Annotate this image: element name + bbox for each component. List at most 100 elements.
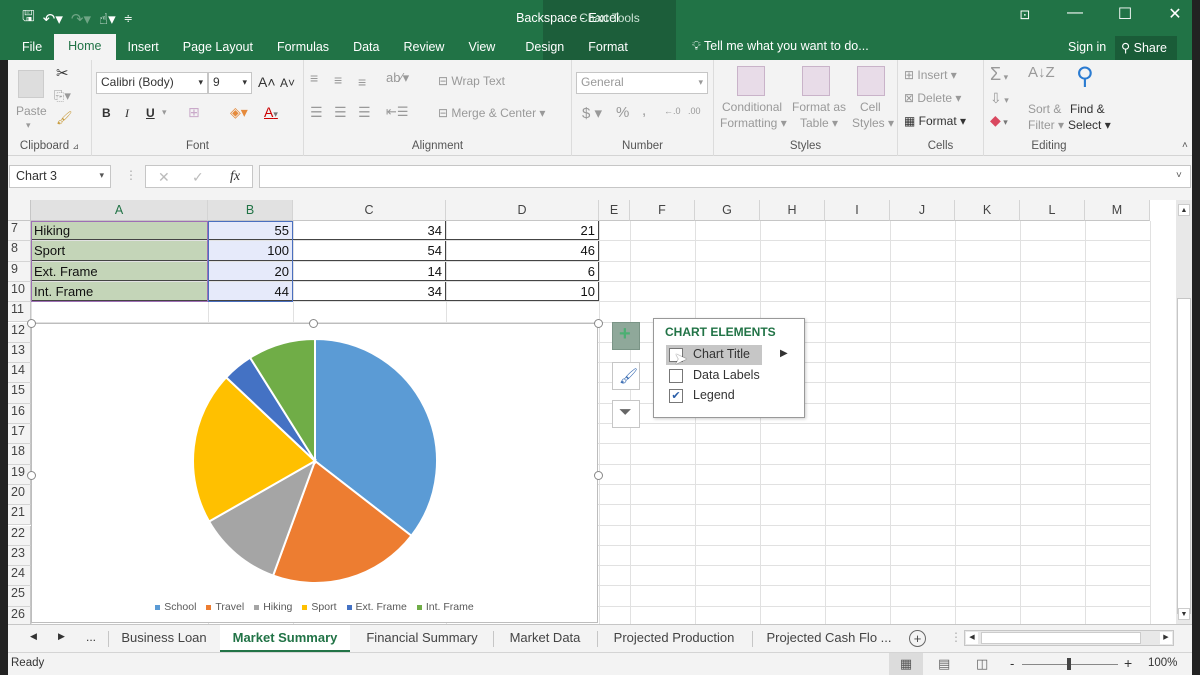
pie-chart[interactable]: School Travel Hiking Sport Ext. Frame Int. Fr… — [31, 323, 598, 623]
row-header-10[interactable]: 10 — [8, 281, 31, 303]
font-size-dropdown[interactable]: 9 ▾ — [208, 72, 252, 94]
prev-sheet-icon[interactable]: ◀ — [30, 631, 37, 642]
cell-c-row[interactable]: 14 — [293, 261, 446, 281]
tab-page-layout[interactable]: Page Layout — [171, 36, 265, 60]
insert-cells-button[interactable]: ⊞ Insert ▾ — [904, 68, 957, 82]
legend-checkbox[interactable]: ✔ — [669, 389, 683, 403]
chart-filters-button[interactable]: ⏷ — [612, 400, 640, 428]
more-sheets-button[interactable]: ... — [86, 630, 96, 644]
percent-button[interactable]: % — [616, 104, 629, 121]
find-select-button[interactable]: ⚲ Find & Select ▾ — [1068, 63, 1112, 136]
font-name-dropdown[interactable]: Calibri (Body) ▾ — [96, 72, 208, 94]
resize-handle-l[interactable] — [27, 471, 36, 480]
zoom-slider[interactable] — [1022, 658, 1118, 670]
sign-in-link[interactable]: Sign in — [1068, 40, 1106, 54]
normal-view-button[interactable]: ▦ — [889, 653, 923, 675]
tab-split-grip[interactable]: ⋮ — [950, 630, 962, 644]
copy-icon[interactable]: ⎘▾ — [54, 88, 71, 104]
format-painter-icon[interactable]: 🖌︎ — [56, 110, 73, 126]
cell-d-row[interactable]: 6 — [446, 261, 599, 281]
vertical-scrollbar[interactable]: ▲ ▼ — [1176, 200, 1192, 624]
data-labels-option[interactable]: Data Labels — [666, 366, 762, 386]
column-header-m[interactable]: M — [1085, 200, 1150, 221]
legend-item[interactable]: Hiking — [254, 601, 292, 613]
tab-data[interactable]: Data — [341, 36, 391, 60]
align-bottom-icon[interactable]: ≡ — [358, 74, 366, 90]
conditional-formatting-button[interactable]: Conditional Formatting ▾ — [718, 66, 787, 138]
page-layout-view-icon[interactable]: ▤ — [938, 656, 950, 672]
column-header-a[interactable]: A — [31, 200, 208, 221]
resize-handle-tl[interactable] — [27, 319, 36, 328]
sheet-tab-market-summary[interactable]: Market Summary — [220, 625, 350, 652]
select-all-corner[interactable] — [8, 200, 31, 221]
sheet-tab-financial-summary[interactable]: Financial Summary — [354, 625, 490, 652]
horizontal-scrollbar[interactable]: ◀ ▶ — [964, 630, 1174, 646]
column-header-c[interactable]: C — [293, 200, 446, 221]
row-header-23[interactable]: 23 — [8, 545, 31, 567]
column-header-k[interactable]: K — [955, 200, 1020, 221]
tab-design[interactable]: Design — [507, 36, 576, 60]
cell-a-row[interactable]: Hiking — [31, 221, 208, 241]
column-header-h[interactable]: H — [760, 200, 825, 221]
row-header-7[interactable]: 7 — [8, 221, 31, 242]
sheet-tab-market-data[interactable]: Market Data — [495, 625, 595, 652]
format-as-table-button[interactable]: Format as Table ▾ — [786, 66, 846, 138]
sheet-tab-projected-production[interactable]: Projected Production — [599, 625, 749, 652]
column-header-f[interactable]: F — [630, 200, 695, 221]
chart-legend[interactable]: School Travel Hiking Sport Ext. Frame Int. Fr… — [32, 601, 597, 613]
row-header-25[interactable]: 25 — [8, 586, 31, 607]
row-header-8[interactable]: 8 — [8, 241, 31, 262]
cell-d-row[interactable]: 10 — [446, 281, 599, 302]
increase-decimal-icon[interactable]: ←.0 — [664, 106, 681, 116]
resize-handle-t[interactable] — [309, 319, 318, 328]
cancel-icon[interactable]: ✕ — [158, 169, 170, 186]
row-header-20[interactable]: 20 — [8, 484, 31, 506]
underline-button[interactable]: U — [146, 106, 155, 120]
align-top-icon[interactable]: ≡ — [310, 70, 318, 86]
scroll-up-icon[interactable]: ▲ — [1178, 204, 1190, 216]
tab-insert[interactable]: Insert — [116, 36, 171, 60]
cell-a-row[interactable]: Int. Frame — [31, 281, 208, 302]
scroll-right-icon[interactable]: ▶ — [1160, 632, 1172, 644]
column-header-b[interactable]: B — [208, 200, 293, 221]
collapse-ribbon-icon[interactable]: ˄ — [1182, 140, 1188, 151]
align-right-icon[interactable]: ☰ — [358, 104, 371, 121]
zoom-level[interactable]: 100% — [1148, 657, 1177, 669]
italic-button[interactable]: I — [125, 106, 129, 121]
scroll-thumb[interactable] — [1177, 298, 1191, 614]
wrap-text-button[interactable]: ⊟ Wrap Text — [438, 74, 505, 88]
row-header-17[interactable]: 17 — [8, 424, 31, 445]
ribbon-display-icon[interactable]: ⊡ — [1000, 4, 1050, 24]
save-icon[interactable]: 🖫 — [22, 6, 35, 31]
customize-icon[interactable]: ≑ — [124, 12, 133, 25]
paste-button[interactable]: Paste ▾ — [14, 68, 50, 138]
page-break-view-icon[interactable]: ◫ — [976, 656, 988, 672]
bold-button[interactable]: B — [102, 106, 111, 120]
cut-icon[interactable]: ✂ — [56, 64, 69, 82]
cell-b-row[interactable]: 100 — [208, 241, 293, 261]
share-button[interactable]: ⚲ Share — [1115, 36, 1177, 60]
cell-b-row[interactable]: 55 — [208, 221, 293, 241]
row-header-24[interactable]: 24 — [8, 566, 31, 587]
enter-icon[interactable]: ✓ — [192, 169, 204, 186]
font-color-icon[interactable]: A▾ — [264, 104, 278, 120]
cell-styles-button[interactable]: Cell Styles ▾ — [848, 66, 894, 138]
comma-button[interactable]: , — [642, 102, 646, 119]
legend-item[interactable]: Ext. Frame — [346, 601, 407, 613]
cell-b-row[interactable]: 20 — [208, 261, 293, 281]
legend-item[interactable]: Sport — [302, 601, 337, 613]
zoom-out-button[interactable]: - — [1010, 656, 1014, 671]
row-header-18[interactable]: 18 — [8, 444, 31, 465]
sheet-tab-business-loan[interactable]: Business Loan — [110, 625, 218, 652]
legend-option[interactable]: ✔ Legend — [666, 386, 762, 406]
delete-cells-button[interactable]: ⊠ Delete ▾ — [904, 91, 961, 105]
row-header-15[interactable]: 15 — [8, 383, 31, 404]
insert-function-icon[interactable]: fx — [230, 169, 240, 185]
row-header-14[interactable]: 14 — [8, 363, 31, 384]
row-header-13[interactable]: 13 — [8, 342, 31, 364]
sheet-tab-projected-cash-flow[interactable]: Projected Cash Flo ... — [754, 625, 904, 652]
decrease-font-icon[interactable]: A˅ — [280, 76, 295, 90]
row-header-16[interactable]: 16 — [8, 403, 31, 424]
resize-handle-r[interactable] — [594, 471, 603, 480]
borders-icon[interactable]: ⊞ — [188, 104, 200, 121]
